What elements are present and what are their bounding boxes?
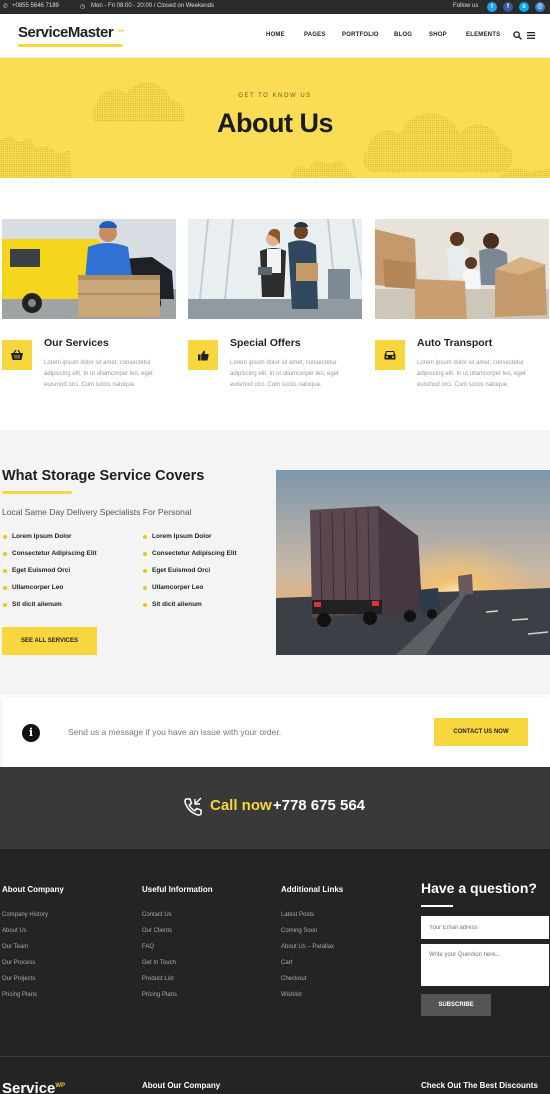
twitter-icon[interactable]: t <box>487 2 497 12</box>
list-item: Sit dicit alienum <box>3 601 62 608</box>
car-icon <box>384 350 396 359</box>
footer-link[interactable]: Cart <box>281 960 292 966</box>
footer-link[interactable]: Product List <box>142 976 174 982</box>
services-card-icon <box>2 340 32 370</box>
card-title-services[interactable]: Our Services <box>44 337 109 349</box>
footer-divider <box>0 1056 550 1057</box>
list-item: Ullamcorper Leo <box>142 584 204 591</box>
footer-link[interactable]: Our Team <box>2 944 28 950</box>
footer-link[interactable]: Pricing Plans <box>142 992 177 998</box>
top-hours: Mon - Fri 08:00 - 20:00 / Closed on Week… <box>91 3 214 9</box>
contact-us-button[interactable]: CONTACT US NOW <box>434 718 528 746</box>
see-all-services-button[interactable]: SEE ALL SERVICES <box>2 627 97 655</box>
call-label: Call now <box>210 797 272 814</box>
question-field[interactable] <box>421 944 549 986</box>
follow-label: Follow us <box>453 3 479 9</box>
footer-link[interactable]: Our Projects <box>2 976 35 982</box>
storage-section: What Storage Service Covers Local Same D… <box>0 430 550 695</box>
footer-logo-badge: WP <box>55 1083 66 1089</box>
footer-link[interactable]: FAQ <box>142 944 154 950</box>
footer-link[interactable]: Wishlist <box>281 992 302 998</box>
message-text: Send us a message if you have an issue w… <box>68 727 282 737</box>
site-footer: About Company Useful Information Additio… <box>0 849 550 1094</box>
card-text-transport: Lorem ipsum dolor sit amet, consectetur … <box>417 360 526 388</box>
logo-underline <box>18 44 123 47</box>
hero-kicker: GET TO KNOW US <box>238 93 312 99</box>
offers-card-icon <box>188 340 218 370</box>
footer-heading-discounts: Check Out The Best Discounts <box>421 1081 538 1090</box>
title-underline <box>2 491 72 494</box>
footer-link[interactable]: Our Clients <box>142 928 172 934</box>
top-bar: ✆ +0855 5646 7189 ◷ Mon - Fri 08:00 - 20… <box>0 0 550 14</box>
email-field[interactable] <box>421 916 549 939</box>
card-text-services: Lorem ipsum dolor sit amet, consectetur … <box>44 360 153 388</box>
top-phone: +0855 5646 7189 <box>12 3 59 9</box>
subscribe-button[interactable]: SUBSCRIBE <box>421 994 491 1016</box>
card-image-offers <box>188 219 362 319</box>
truck-image <box>276 470 550 655</box>
hero-banner: GET TO KNOW US About Us <box>0 58 550 178</box>
footer-link[interactable]: Company History <box>2 912 48 918</box>
call-line: Call now +778 675 564 <box>210 797 365 814</box>
message-bar: i Send us a message if you have an issue… <box>2 697 550 767</box>
footer-heading-links: Additional Links <box>281 885 344 894</box>
question-underline <box>421 905 453 907</box>
card-title-transport[interactable]: Auto Transport <box>417 337 492 349</box>
nav-pages[interactable]: PAGES <box>304 32 326 38</box>
email-icon[interactable]: @ <box>535 2 545 12</box>
call-band: Call now +778 675 564 <box>0 767 550 849</box>
clock-icon: ◷ <box>80 4 86 10</box>
card-text-offers: Lorem ipsum dolor sit amet, consectetur … <box>230 360 339 388</box>
nav-shop[interactable]: SHOP <box>429 32 447 38</box>
phone-icon: ✆ <box>3 4 9 10</box>
list-item: Eget Euismod Orci <box>2 567 71 574</box>
footer-link[interactable]: Pricing Plans <box>2 992 37 998</box>
footer-link[interactable]: Coming Soon <box>281 928 317 934</box>
transport-card-icon <box>375 340 405 370</box>
thumbs-up-icon <box>197 350 209 360</box>
footer-link[interactable]: About Us <box>2 928 27 934</box>
list-item: Consectetur Adipiscing Elit <box>143 550 237 557</box>
section-title: What Storage Service Covers <box>2 468 205 484</box>
footer-heading-useful: Useful Information <box>142 885 213 894</box>
list-item: Eget Euismod Orci <box>142 567 211 574</box>
section-subtitle: Local Same Day Delivery Specialists For … <box>2 507 192 517</box>
site-logo[interactable]: ServiceMaster <box>18 24 114 41</box>
list-item: Lorem Ipsum Dolor <box>3 533 72 540</box>
menu-icon[interactable] <box>527 32 535 39</box>
list-item: Sit dicit alienum <box>143 601 202 608</box>
site-header: ServiceMaster WP HOME PAGES PORTFOLIO BL… <box>0 14 550 58</box>
search-icon[interactable] <box>513 31 522 40</box>
list-item: Ullamcorper Leo <box>2 584 64 591</box>
list-item: Lorem Ipsum Dolor <box>143 533 212 540</box>
basket-icon <box>11 350 23 360</box>
nav-home[interactable]: HOME <box>266 32 285 38</box>
footer-link[interactable]: Contact Us <box>142 912 172 918</box>
footer-link[interactable]: Our Process <box>2 960 35 966</box>
footer-link[interactable]: Latest Posts <box>281 912 314 918</box>
skype-icon[interactable]: s <box>519 2 529 12</box>
footer-heading-company: About Our Company <box>142 1081 221 1090</box>
footer-logo[interactable]: ServiceWP <box>2 1080 65 1094</box>
nav-elements[interactable]: ELEMENTS <box>466 32 500 38</box>
footer-logo-text: Service <box>2 1080 56 1094</box>
phone-call-icon <box>184 797 202 816</box>
card-image-transport <box>375 219 549 319</box>
footer-link[interactable]: Get In Touch <box>142 960 176 966</box>
list-item: Consectetur Adipiscing Elit <box>3 550 97 557</box>
call-number[interactable]: +778 675 564 <box>273 797 365 814</box>
footer-heading-about: About Company <box>2 885 64 894</box>
card-title-offers[interactable]: Special Offers <box>230 337 301 349</box>
card-image-services <box>2 219 176 319</box>
nav-blog[interactable]: BLOG <box>394 32 412 38</box>
footer-link[interactable]: Checkout <box>281 976 306 982</box>
info-icon: i <box>22 724 40 742</box>
page-title: About Us <box>217 108 333 138</box>
footer-link[interactable]: About Us – Parallax <box>281 944 334 950</box>
question-title: Have a question? <box>421 880 537 896</box>
nav-portfolio[interactable]: PORTFOLIO <box>342 32 379 38</box>
logo-badge: WP <box>118 28 125 33</box>
facebook-icon[interactable]: f <box>503 2 513 12</box>
